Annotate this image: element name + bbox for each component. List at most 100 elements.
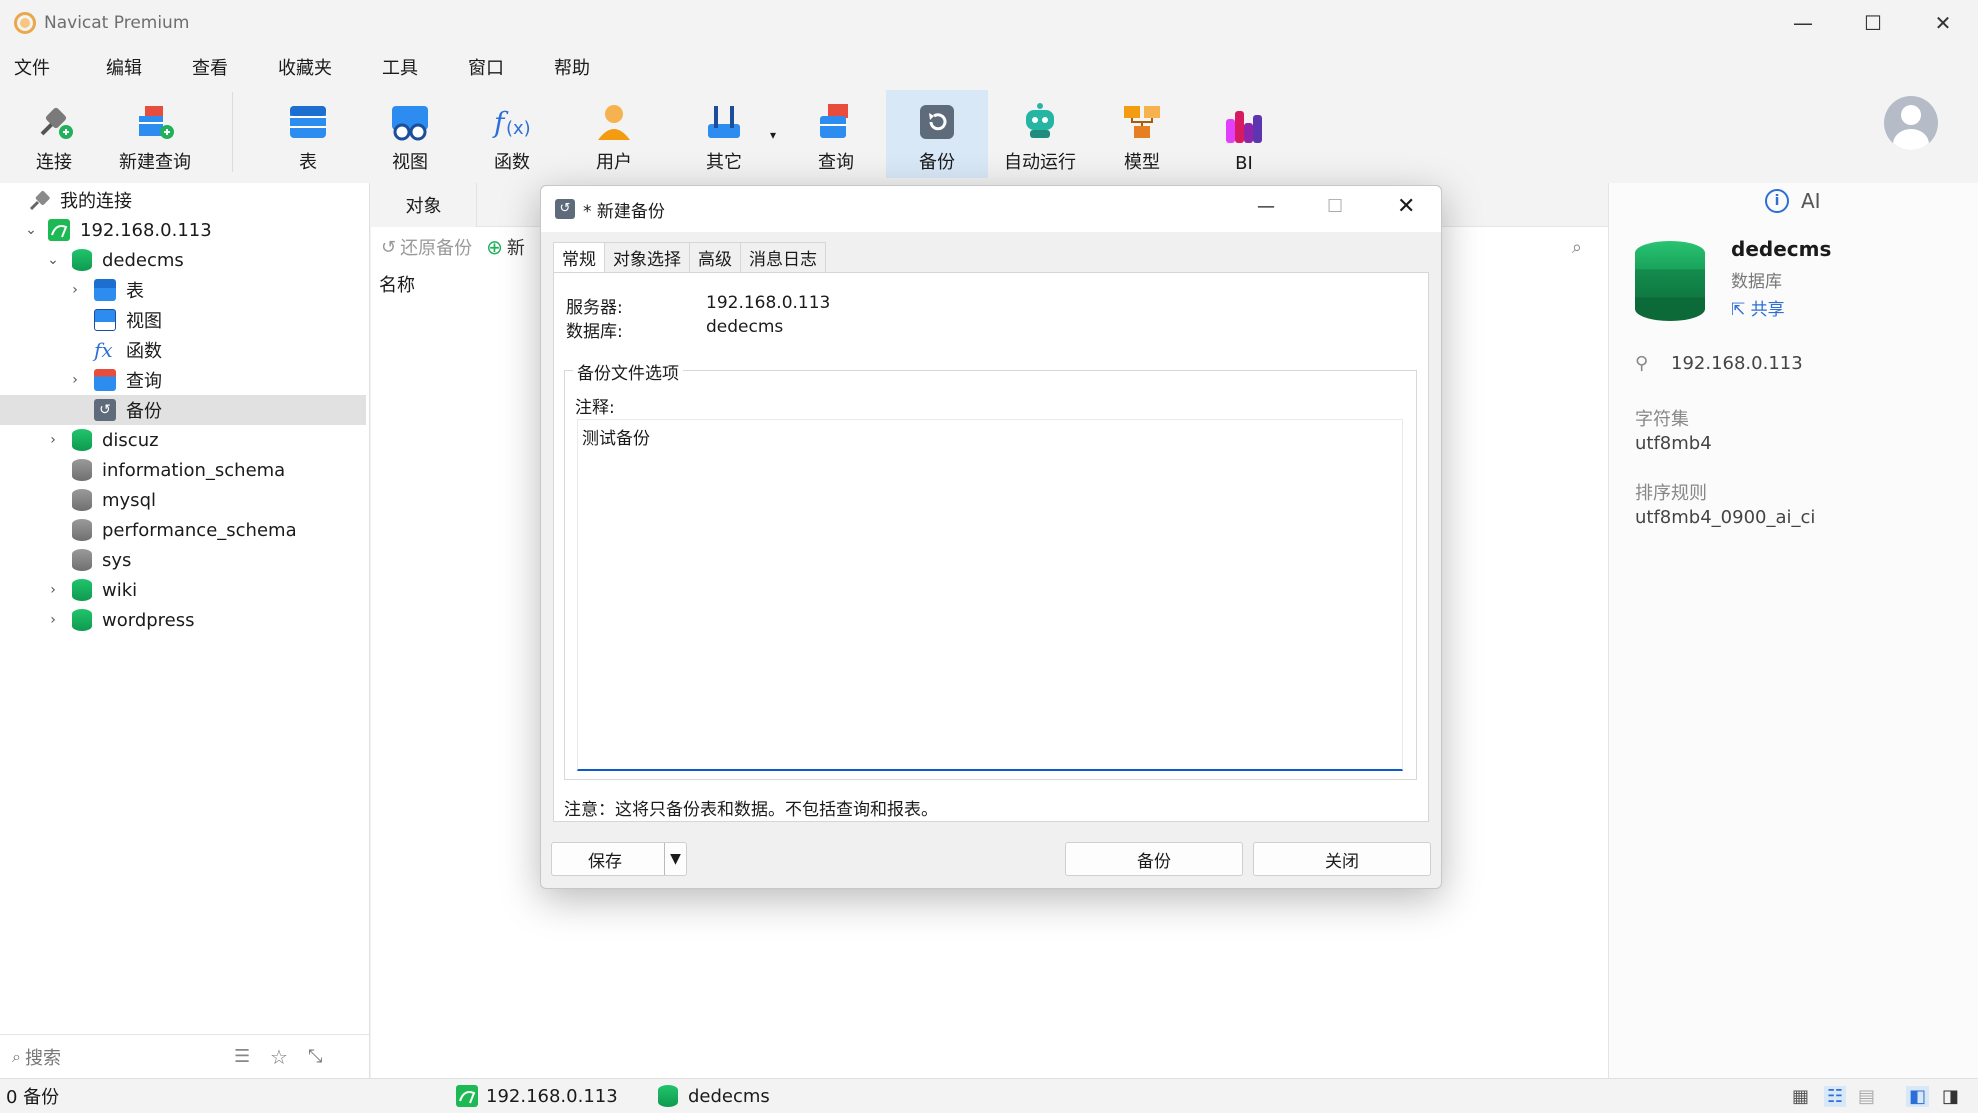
- view-button[interactable]: 视图: [380, 90, 440, 178]
- tree-db-discuz[interactable]: › discuz: [0, 425, 366, 455]
- model-button[interactable]: 模型: [1112, 90, 1172, 178]
- save-button[interactable]: 保存 ▼: [551, 842, 687, 876]
- menu-help[interactable]: 帮助: [540, 54, 604, 80]
- star-icon[interactable]: ☆: [270, 1045, 288, 1069]
- title-bar: Navicat Premium — ☐ ✕: [0, 0, 1978, 46]
- close-window-button[interactable]: ✕: [1908, 0, 1978, 46]
- menu-file[interactable]: 文件: [0, 54, 64, 80]
- menu-window[interactable]: 窗口: [454, 54, 518, 80]
- toggle-left-pane-icon[interactable]: ◧: [1906, 1085, 1930, 1107]
- view-icon: [392, 106, 428, 141]
- toggle-right-pane-icon[interactable]: ◨: [1942, 1086, 1959, 1107]
- menu-view[interactable]: 查看: [178, 54, 242, 80]
- table-button[interactable]: 表: [278, 90, 338, 178]
- tree-db-wiki[interactable]: › wiki: [0, 575, 366, 605]
- database-label: 数据库:: [566, 322, 623, 342]
- tab-objects[interactable]: 对象: [371, 183, 477, 227]
- save-dropdown-icon[interactable]: ▼: [664, 843, 686, 875]
- backup-start-button[interactable]: 备份: [1065, 842, 1243, 876]
- other-dropdown-arrow-icon[interactable]: ▾: [770, 128, 776, 142]
- tab-object-selection[interactable]: 对象选择: [604, 242, 690, 272]
- user-avatar[interactable]: [1884, 96, 1938, 150]
- svg-text:(x): (x): [506, 118, 531, 139]
- automation-button[interactable]: 自动运行: [1002, 90, 1078, 178]
- chevron-right-icon[interactable]: ›: [46, 432, 60, 448]
- column-header-name[interactable]: 名称: [379, 271, 415, 297]
- dialog-close-button[interactable]: ✕: [1397, 194, 1415, 219]
- dialog-minimize-button[interactable]: —: [1257, 196, 1275, 217]
- new-backup-button[interactable]: 新: [507, 234, 525, 260]
- tree-db-mysql[interactable]: mysql: [0, 485, 366, 515]
- status-connection: 192.168.0.113: [486, 1085, 618, 1107]
- tree-item-views[interactable]: 视图: [0, 305, 366, 335]
- grid-view-icon[interactable]: ▦: [1792, 1086, 1809, 1107]
- server-label: 服务器:: [566, 298, 623, 318]
- dialog-title-bar: ↺ * 新建备份 — ☐ ✕: [541, 186, 1441, 232]
- tree-db-dedecms[interactable]: ⌄ dedecms: [0, 245, 366, 275]
- chevron-right-icon[interactable]: ›: [68, 372, 82, 388]
- tree-db-performance-schema[interactable]: performance_schema: [0, 515, 366, 545]
- query-button[interactable]: 查询: [806, 90, 866, 178]
- main-toolbar: 连接 新建查询 表 视图 f (x) 函数 用户 其它 ▾ 查询 备份 自动运行 …: [0, 88, 1978, 180]
- collapse-icon[interactable]: ⤡: [308, 1046, 322, 1067]
- menu-bar: 文件 编辑 查看 收藏夹 工具 窗口 帮助: [0, 50, 626, 84]
- app-title: Navicat Premium: [44, 13, 190, 33]
- tree-my-connections[interactable]: 我的连接: [0, 185, 366, 215]
- menu-tools[interactable]: 工具: [368, 54, 432, 80]
- backup-button[interactable]: 备份: [886, 90, 988, 178]
- info-collation-label: 排序规则: [1635, 483, 1707, 504]
- navigation-pane: 我的连接 ⌄ 192.168.0.113 ⌄ dedecms › 表 视图 fx…: [0, 183, 370, 1078]
- tree-item-queries[interactable]: › 查询: [0, 365, 366, 395]
- tree-connection[interactable]: ⌄ 192.168.0.113: [0, 215, 366, 245]
- user-button[interactable]: 用户: [584, 90, 644, 178]
- chevron-down-icon[interactable]: ⌄: [24, 222, 38, 238]
- info-charset-value: utf8mb4: [1635, 433, 1712, 454]
- share-link[interactable]: ⇱ 共享: [1731, 295, 1785, 320]
- navigation-search[interactable]: ⌕ 搜索 ☰ ☆ ⤡: [0, 1034, 370, 1078]
- tree-db-wordpress[interactable]: › wordpress: [0, 605, 366, 635]
- comment-textarea[interactable]: [577, 419, 1403, 771]
- close-dialog-button[interactable]: 关闭: [1253, 842, 1431, 876]
- info-db-name: dedecms: [1731, 237, 1832, 261]
- group-title: 备份文件选项: [573, 359, 683, 384]
- tab-advanced[interactable]: 高级: [689, 242, 741, 272]
- chevron-right-icon[interactable]: ›: [68, 282, 82, 298]
- tab-message-log[interactable]: 消息日志: [740, 242, 826, 272]
- other-button[interactable]: 其它: [694, 90, 754, 178]
- search-input[interactable]: 搜索: [25, 1044, 61, 1070]
- tree-item-functions[interactable]: fx 函数: [0, 335, 366, 365]
- backup-icon: ↺: [555, 199, 575, 219]
- bi-icon: [1226, 111, 1262, 143]
- connect-button[interactable]: 连接: [20, 90, 88, 178]
- dialog-maximize-button[interactable]: ☐: [1327, 196, 1343, 217]
- tree-db-information-schema[interactable]: information_schema: [0, 455, 366, 485]
- database-icon: [72, 579, 92, 601]
- database-icon: [72, 459, 92, 481]
- menu-favorites[interactable]: 收藏夹: [264, 54, 346, 80]
- restore-backup-button[interactable]: 还原备份: [400, 234, 472, 260]
- bi-button[interactable]: BI: [1214, 90, 1274, 178]
- chevron-right-icon[interactable]: ›: [46, 582, 60, 598]
- function-button[interactable]: f (x) 函数: [482, 90, 542, 178]
- database-large-icon: [1635, 241, 1705, 321]
- tree-item-backups[interactable]: ↺ 备份: [0, 395, 366, 425]
- dialog-note: 注意：这将只备份表和数据。不包括查询和报表。: [564, 800, 938, 820]
- ai-tab[interactable]: AI: [1801, 189, 1821, 213]
- tree-item-tables[interactable]: › 表: [0, 275, 366, 305]
- tree-db-sys[interactable]: sys: [0, 545, 366, 575]
- list-view-icon[interactable]: ☷: [1824, 1085, 1847, 1107]
- chevron-right-icon[interactable]: ›: [46, 612, 60, 628]
- table-icon: [94, 279, 116, 301]
- search-icon[interactable]: ⌕: [1572, 237, 1582, 258]
- new-query-button[interactable]: 新建查询: [112, 90, 198, 178]
- filter-icon[interactable]: ☰: [234, 1046, 250, 1067]
- mysql-connection-icon: [48, 219, 70, 241]
- maximize-button[interactable]: ☐: [1838, 0, 1908, 46]
- minimize-button[interactable]: —: [1768, 0, 1838, 46]
- detail-view-icon[interactable]: ▤: [1858, 1086, 1875, 1107]
- tab-general[interactable]: 常规: [553, 242, 605, 272]
- info-db-type: 数据库: [1731, 272, 1782, 292]
- menu-edit[interactable]: 编辑: [92, 54, 156, 80]
- info-icon[interactable]: i: [1765, 189, 1789, 213]
- chevron-down-icon[interactable]: ⌄: [46, 252, 60, 268]
